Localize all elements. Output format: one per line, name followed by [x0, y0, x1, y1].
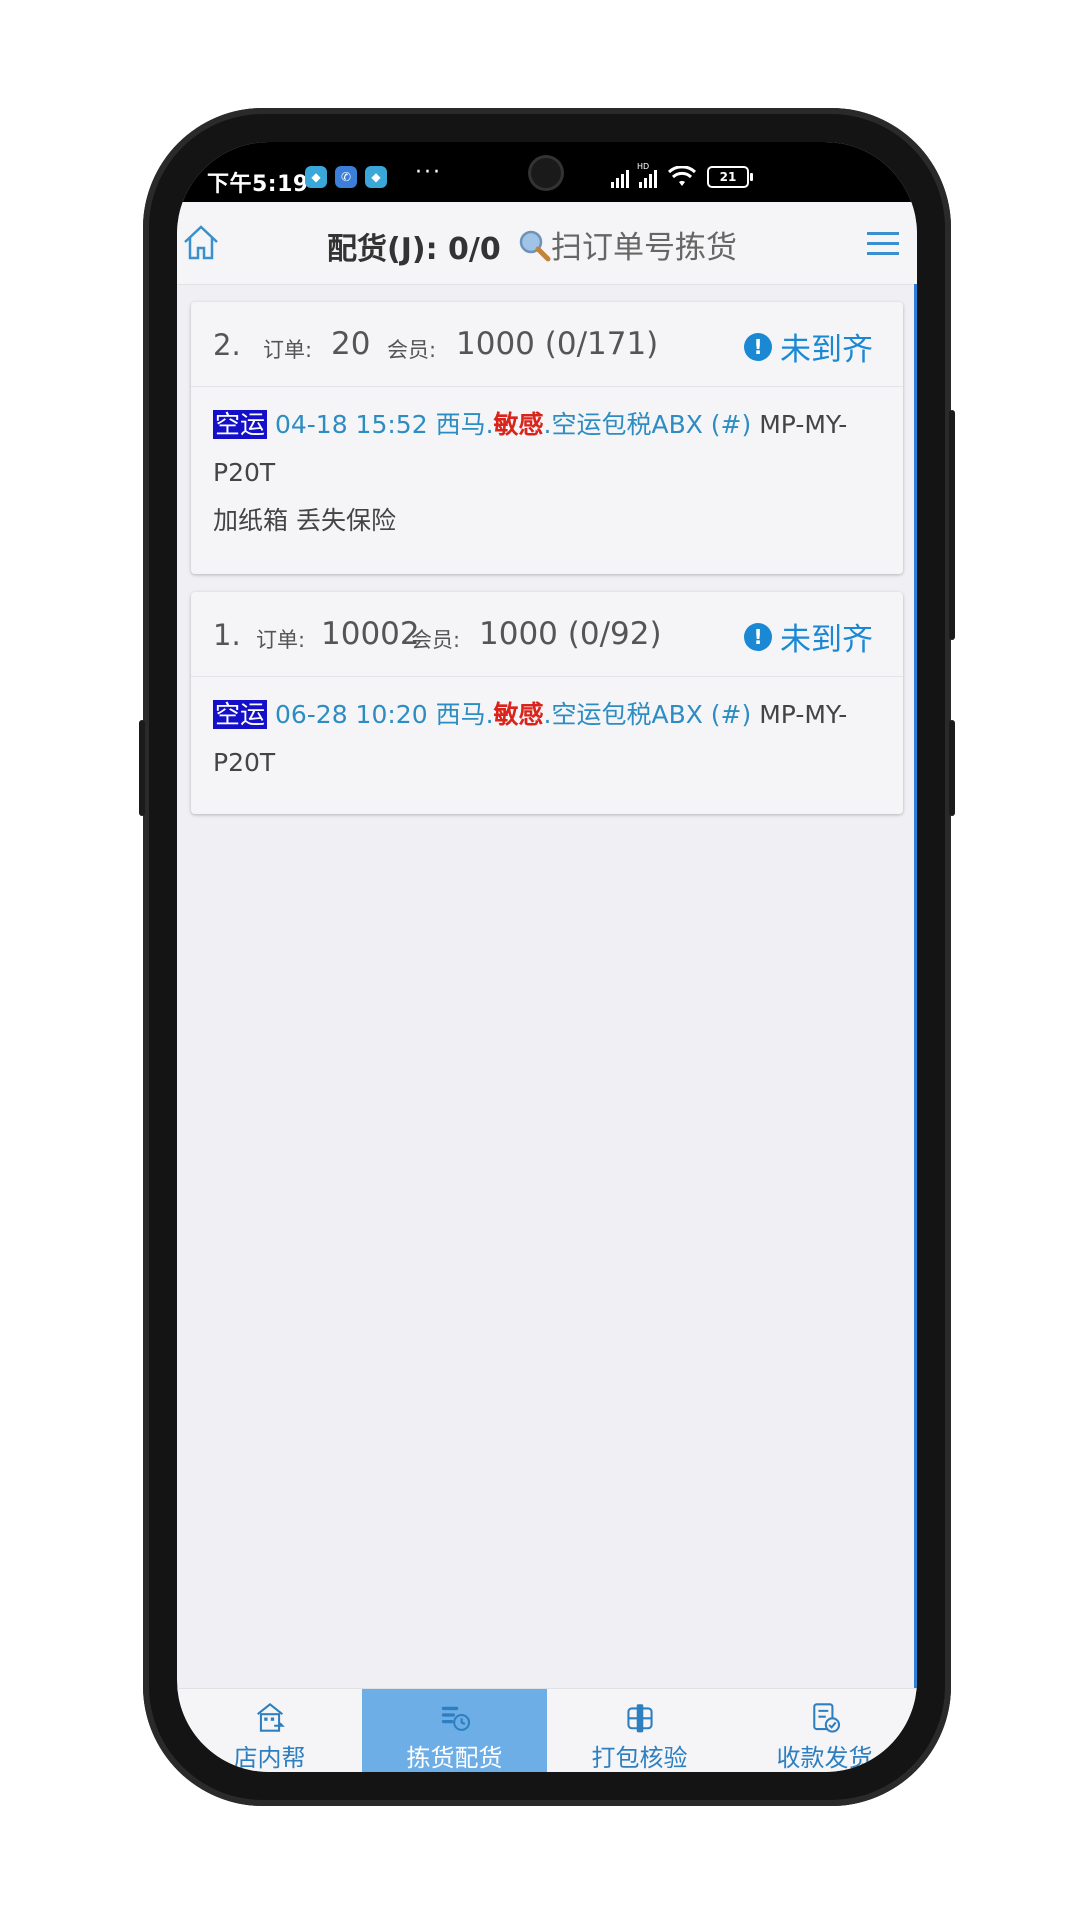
- order-card-header: 1. 订单: 10002 会员: 1000 (0/92) ! 未到齐: [191, 592, 903, 677]
- shield-app-icon: ◆: [305, 166, 327, 188]
- order-number: 10002: [321, 616, 420, 652]
- order-card-body: 空运 06-28 10:20 西马.敏感.空运包税ABX (#) MP-MY-P…: [191, 677, 903, 805]
- status-bar: 下午5:19 ◆ ✆ ◆ ··· HD 21: [177, 142, 917, 202]
- alert-icon: !: [744, 332, 772, 361]
- status-text: 未到齐: [780, 332, 873, 368]
- nav-pack[interactable]: 打包核验: [547, 1689, 732, 1772]
- shipping-tag: 空运: [213, 410, 268, 439]
- status-right-icons: HD 21: [611, 162, 753, 188]
- phone-volume-button: [139, 720, 145, 816]
- page-title: 配货(J): 0/0: [327, 232, 501, 267]
- nav-picking[interactable]: 拣货配货: [362, 1689, 547, 1772]
- pack-icon: [626, 1704, 653, 1733]
- notification-icons: ◆ ✆ ◆: [305, 166, 387, 188]
- wifi-icon: [667, 166, 697, 186]
- picking-icon: [441, 1706, 470, 1731]
- front-camera: [531, 158, 561, 188]
- status-badge: ! 未到齐: [744, 324, 873, 369]
- nav-checkout[interactable]: 收款发货: [732, 1689, 917, 1772]
- order-number: 20: [331, 326, 371, 362]
- order-label: 订单:: [263, 338, 313, 362]
- member-value: 1000 (0/171): [456, 326, 659, 362]
- order-datetime: 06-28 10:20: [274, 700, 428, 729]
- shipping-service: .空运包税ABX (#): [543, 410, 752, 439]
- member-label: 会员:: [411, 628, 461, 652]
- signal-icon: [611, 168, 629, 188]
- checklist-icon: [812, 1703, 840, 1733]
- nav-store[interactable]: 店内帮: [177, 1689, 362, 1772]
- shield-app-icon-2: ◆: [365, 166, 387, 188]
- signal-hd-icon: HD: [637, 162, 657, 188]
- nav-label: 收款发货: [776, 1744, 873, 1772]
- sensitive-flag: 敏感: [493, 700, 544, 729]
- sensitive-flag: 敏感: [493, 410, 544, 439]
- order-region: 西马.: [435, 410, 494, 439]
- order-label: 订单:: [256, 628, 306, 652]
- shipping-service: .空运包税ABX (#): [543, 700, 752, 729]
- phone-power-button: [949, 720, 955, 816]
- more-notifications-icon: ···: [415, 160, 442, 185]
- home-icon[interactable]: [181, 222, 221, 262]
- scan-order-label: 扫订单号拣货: [551, 230, 737, 266]
- scan-order-button[interactable]: 扫订单号拣货: [517, 222, 737, 267]
- order-card[interactable]: 2. 订单: 20 会员: 1000 (0/171) ! 未到齐 空运 04-1…: [191, 302, 903, 574]
- app-header: 配货(J): 0/0 扫订单号拣货: [177, 202, 917, 285]
- member-label: 会员:: [387, 338, 437, 362]
- nav-label: 打包核验: [591, 1744, 688, 1772]
- status-time: 下午5:19: [207, 172, 309, 197]
- order-index: 1.: [213, 618, 241, 652]
- nav-label: 拣货配货: [406, 1744, 503, 1772]
- phone-side-button: [949, 410, 955, 640]
- hd-label: HD: [637, 162, 650, 171]
- status-badge: ! 未到齐: [744, 614, 873, 659]
- order-index: 2.: [213, 328, 241, 362]
- scroll-edge-line: [914, 284, 917, 1688]
- store-icon: [256, 1702, 285, 1732]
- status-text: 未到齐: [780, 622, 873, 658]
- order-card-body: 空运 04-18 15:52 西马.敏感.空运包税ABX (#) MP-MY-P…: [191, 387, 903, 563]
- menu-icon[interactable]: [867, 232, 899, 262]
- bottom-nav: 店内帮 拣货配货 打包核验 收款发货: [177, 1688, 917, 1772]
- battery-icon: 21: [707, 166, 753, 188]
- member-value: 1000 (0/92): [479, 616, 662, 652]
- order-region: 西马.: [435, 700, 494, 729]
- order-card-header: 2. 订单: 20 会员: 1000 (0/171) ! 未到齐: [191, 302, 903, 387]
- order-datetime: 04-18 15:52: [274, 410, 428, 439]
- alert-icon: !: [744, 622, 772, 651]
- shipping-tag: 空运: [213, 700, 268, 729]
- order-card[interactable]: 1. 订单: 10002 会员: 1000 (0/92) ! 未到齐 空运 06…: [191, 592, 903, 814]
- search-icon: [519, 230, 551, 261]
- nav-label: 店内帮: [233, 1744, 306, 1772]
- phone-app-icon: ✆: [335, 166, 357, 188]
- order-extras: 加纸箱 丢失保险: [213, 506, 396, 535]
- phone-screen: 下午5:19 ◆ ✆ ◆ ··· HD 21 配货(J): 0/0 扫订单号拣货…: [177, 142, 917, 1772]
